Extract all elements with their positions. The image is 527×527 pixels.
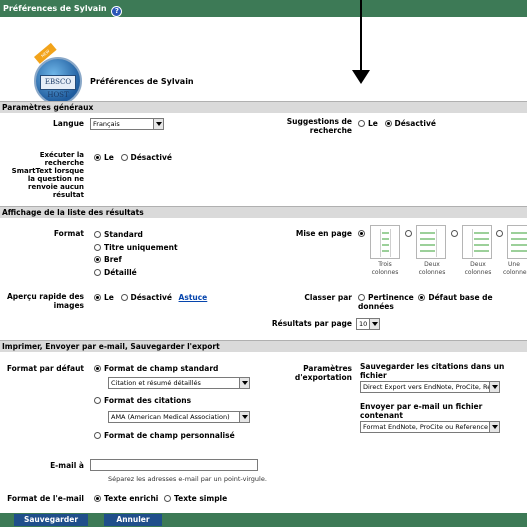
page-title: Préférences de Sylvain	[90, 77, 194, 86]
preview-radio-group: Le Désactivé Astuce	[94, 293, 207, 302]
layout-three-thumb	[370, 225, 400, 259]
layout-three-radio[interactable]	[358, 230, 365, 237]
language-label: Langue	[53, 119, 84, 128]
save-format-select[interactable]: Direct Export vers EndNote, ProCite, Ref…	[360, 381, 500, 393]
suggestions-label-line1: Suggestions de	[286, 117, 352, 126]
chevron-down-icon	[239, 378, 249, 388]
chevron-down-icon	[489, 382, 499, 392]
layout-two-b-thumb	[462, 225, 492, 259]
format-custom-radio[interactable]: Format de champ personnalisé	[94, 431, 235, 440]
standard-format-value: Citation et résumé détaillés	[111, 379, 201, 387]
suggestions-off-radio[interactable]: Désactivé	[384, 119, 436, 128]
email-to-label: E-mail à	[50, 461, 84, 470]
format-title-radio[interactable]: Titre uniquement	[94, 242, 178, 255]
export-label-line1: Paramètres	[303, 364, 352, 373]
sort-radio-group: Pertinence Défaut base de données	[358, 293, 527, 311]
layout-two-a-thumb	[416, 225, 446, 259]
layout-two-a-radio[interactable]	[405, 230, 412, 237]
save-format-value: Direct Export vers EndNote, ProCite, Ref…	[363, 383, 500, 391]
sort-label: Classer par	[304, 293, 352, 302]
email-hint: Séparez les adresses e-mail par un point…	[108, 475, 267, 483]
section-general: Paramètres généraux	[0, 101, 527, 113]
layout-label: Mise en page	[295, 229, 352, 238]
per-page-select[interactable]: 10	[356, 318, 380, 330]
email-format-select[interactable]: Format EndNote, ProCite ou Reference Man…	[360, 421, 500, 433]
logo-text: EBSCO HOST	[40, 75, 76, 99]
header: NEW EBSCO HOST Préférences de Sylvain	[0, 17, 527, 105]
preview-label-line2: images	[53, 301, 84, 310]
per-page-label: Résultats par page	[271, 319, 352, 328]
footer-bar: Sauvegarder Annuler	[0, 513, 527, 527]
smarttext-label-line: résultat	[52, 191, 84, 199]
smarttext-label-line: renvoie aucun	[28, 183, 84, 191]
email-format-value: Format EndNote, ProCite ou Reference Man…	[363, 423, 500, 431]
suggestions-label: Suggestions de recherche	[270, 117, 352, 135]
format-standard-field-radio[interactable]: Format de champ standard	[94, 364, 218, 373]
chevron-down-icon	[153, 119, 163, 129]
smarttext-off-radio[interactable]: Désactivé	[120, 153, 172, 162]
section-results: Affichage de la liste des résultats	[0, 206, 527, 218]
suggestions-label-line2: recherche	[309, 126, 352, 135]
preview-off-radio[interactable]: Désactivé	[120, 293, 172, 302]
per-page-value: 10	[359, 320, 368, 328]
smarttext-label-line: SmartText lorsque	[11, 167, 84, 175]
logo-ribbon: NEW	[34, 42, 57, 64]
format-brief-radio[interactable]: Bref	[94, 254, 178, 267]
chevron-down-icon	[489, 422, 499, 432]
default-format-label: Format par défaut	[6, 364, 84, 373]
format-detailed-radio[interactable]: Détaillé	[94, 267, 178, 280]
smarttext-label-line: Exécuter la	[39, 151, 84, 159]
language-select[interactable]: Français	[90, 118, 164, 130]
email-format-radio-group: Texte enrichi Texte simple	[94, 494, 227, 503]
preview-label-line1: Aperçu rapide des	[6, 292, 84, 301]
window-title: Préférences de Sylvain	[3, 4, 107, 13]
smarttext-label: Exécuter la recherche SmartText lorsque …	[0, 151, 84, 199]
tip-link[interactable]: Astuce	[179, 293, 208, 302]
section-print: Imprimer, Envoyer par e-mail, Sauvegarde…	[0, 340, 527, 352]
suggestions-radio-group: Le Désactivé	[358, 119, 436, 128]
ebsco-logo: NEW EBSCO HOST	[34, 42, 82, 105]
citation-format-value: AMA (American Medical Association)	[111, 413, 230, 421]
citation-format-select[interactable]: AMA (American Medical Association)	[108, 411, 250, 423]
rich-text-radio[interactable]: Texte enrichi	[94, 494, 158, 503]
layout-two-b-label: Deux colonnes	[464, 261, 492, 276]
layout-two-a-label: Deux colonnes	[418, 261, 446, 276]
format-radio-group: Standard Titre uniquement Bref Détaillé	[94, 229, 178, 279]
preview-label: Aperçu rapide des images	[0, 292, 84, 310]
layout-three-label: Trois colonnes	[371, 261, 399, 276]
smarttext-radio-group: Le Désactivé	[94, 153, 172, 162]
annotation-arrow-head-icon	[352, 70, 370, 84]
layout-two-b-radio[interactable]	[451, 230, 458, 237]
layout-one-thumb	[507, 225, 527, 259]
plain-text-radio[interactable]: Texte simple	[164, 494, 227, 503]
format-standard-radio[interactable]: Standard	[94, 229, 178, 242]
layout-one-label: Une colonne	[503, 261, 527, 276]
format-label: Format	[53, 229, 84, 238]
annotation-arrow-line	[360, 0, 362, 74]
smarttext-label-line: recherche	[44, 159, 84, 167]
format-citation-radio[interactable]: Format des citations	[94, 396, 191, 405]
preview-on-radio[interactable]: Le	[94, 293, 114, 302]
smarttext-label-line: la question ne	[27, 175, 84, 183]
language-select-value: Français	[93, 120, 120, 128]
cancel-button[interactable]: Annuler	[104, 514, 162, 526]
export-label-line2: d'exportation	[294, 373, 352, 382]
smarttext-on-radio[interactable]: Le	[94, 153, 114, 162]
suggestions-on-radio[interactable]: Le	[358, 119, 378, 128]
email-to-input[interactable]	[90, 459, 258, 471]
email-format-label: Format de l'e-mail	[7, 494, 84, 503]
help-icon[interactable]: ?	[111, 6, 123, 17]
save-button[interactable]: Sauvegarder	[14, 514, 88, 526]
standard-format-select[interactable]: Citation et résumé détaillés	[108, 377, 250, 389]
chevron-down-icon	[369, 319, 379, 329]
export-label: Paramètres d'exportation	[270, 364, 352, 382]
layout-one-radio[interactable]	[496, 230, 503, 237]
chevron-down-icon	[239, 412, 249, 422]
sort-relevance-radio[interactable]: Pertinence	[358, 293, 414, 302]
window-titlebar: Préférences de Sylvain ?	[0, 0, 527, 17]
